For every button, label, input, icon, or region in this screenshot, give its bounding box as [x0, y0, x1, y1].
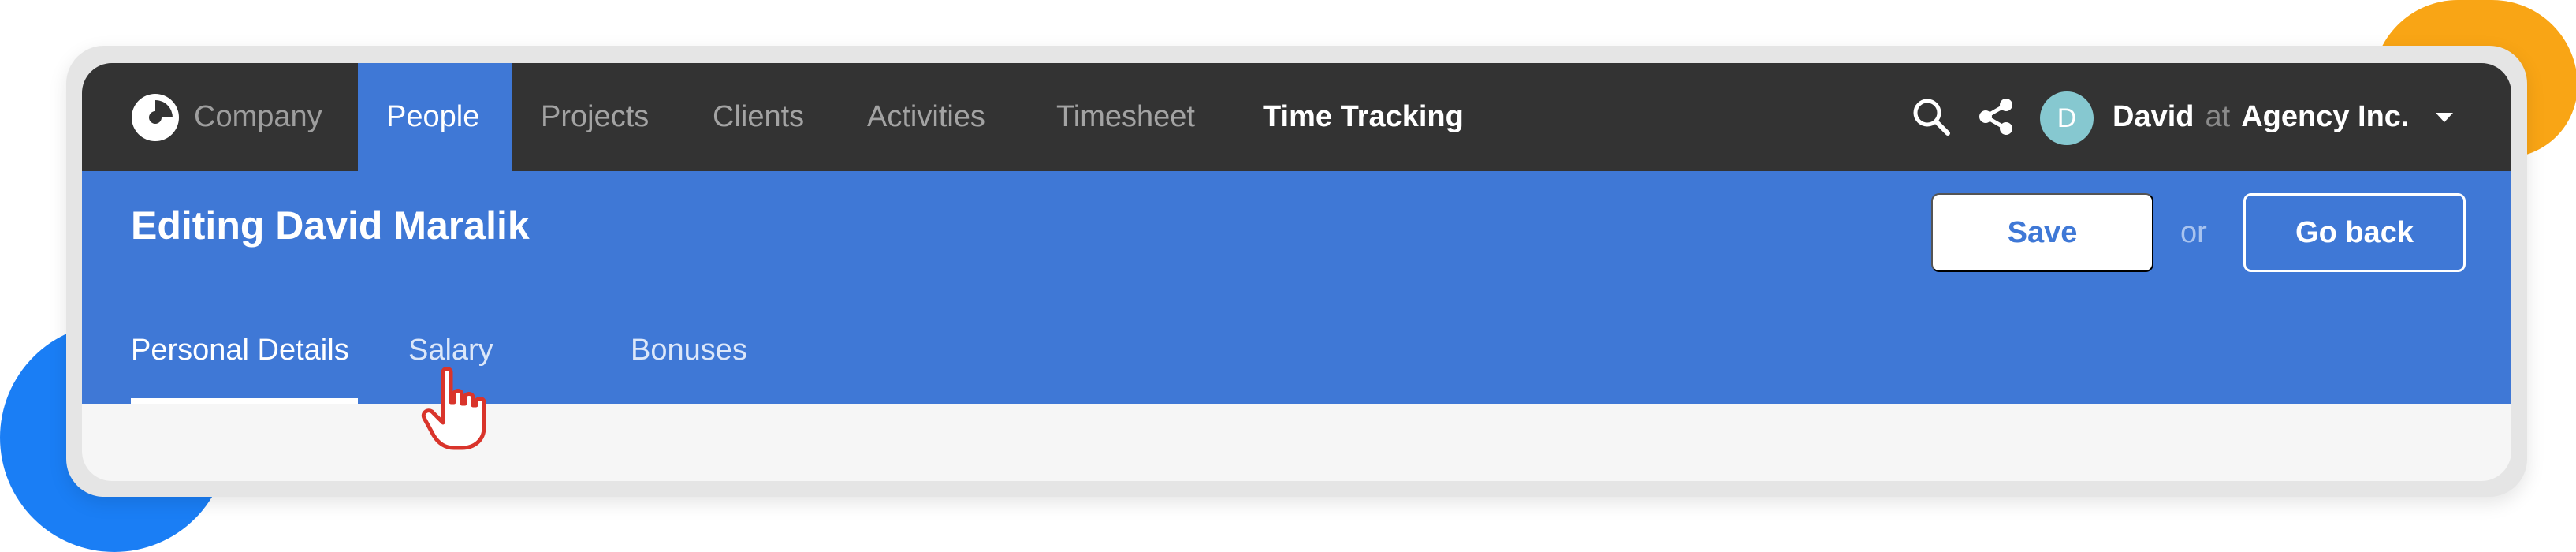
- tab-personal-details[interactable]: Personal Details: [131, 329, 358, 404]
- page-title: Editing David Maralik: [131, 203, 530, 248]
- nav-item-projects[interactable]: Projects: [541, 63, 649, 171]
- tab-bonuses[interactable]: Bonuses: [631, 329, 747, 404]
- go-back-button[interactable]: Go back: [2243, 193, 2466, 272]
- brand-name: Company: [194, 100, 322, 133]
- share-button[interactable]: [1972, 93, 2019, 140]
- nav-item-clients[interactable]: Clients: [713, 63, 804, 171]
- caret-down-icon: [2436, 112, 2454, 122]
- account-user-name: David: [2113, 100, 2194, 133]
- or-separator: or: [2180, 215, 2207, 249]
- save-button[interactable]: Save: [1931, 193, 2153, 272]
- app-window: Company People Projects Clients Activiti…: [82, 63, 2511, 481]
- search-button[interactable]: [1908, 93, 1955, 140]
- page-header: Editing David Maralik Save or Go back Pe…: [82, 171, 2511, 404]
- avatar[interactable]: D: [2040, 91, 2094, 145]
- share-icon: [1979, 99, 2012, 135]
- nav-item-timesheet[interactable]: Timesheet: [1056, 63, 1195, 171]
- account-menu[interactable]: David at Agency Inc.: [2113, 63, 2455, 171]
- account-organization: Agency Inc.: [2241, 100, 2410, 133]
- nav-item-time-tracking[interactable]: Time Tracking: [1263, 63, 1464, 171]
- tab-salary[interactable]: Salary: [408, 329, 493, 404]
- nav-item-activities[interactable]: Activities: [867, 63, 985, 171]
- search-icon: [1913, 99, 1950, 136]
- account-at: at: [2205, 100, 2231, 133]
- top-navigation-bar: Company People Projects Clients Activiti…: [82, 63, 2511, 171]
- brand[interactable]: Company: [131, 63, 322, 171]
- company-logo-icon: [132, 93, 179, 141]
- nav-item-people[interactable]: People: [358, 63, 512, 171]
